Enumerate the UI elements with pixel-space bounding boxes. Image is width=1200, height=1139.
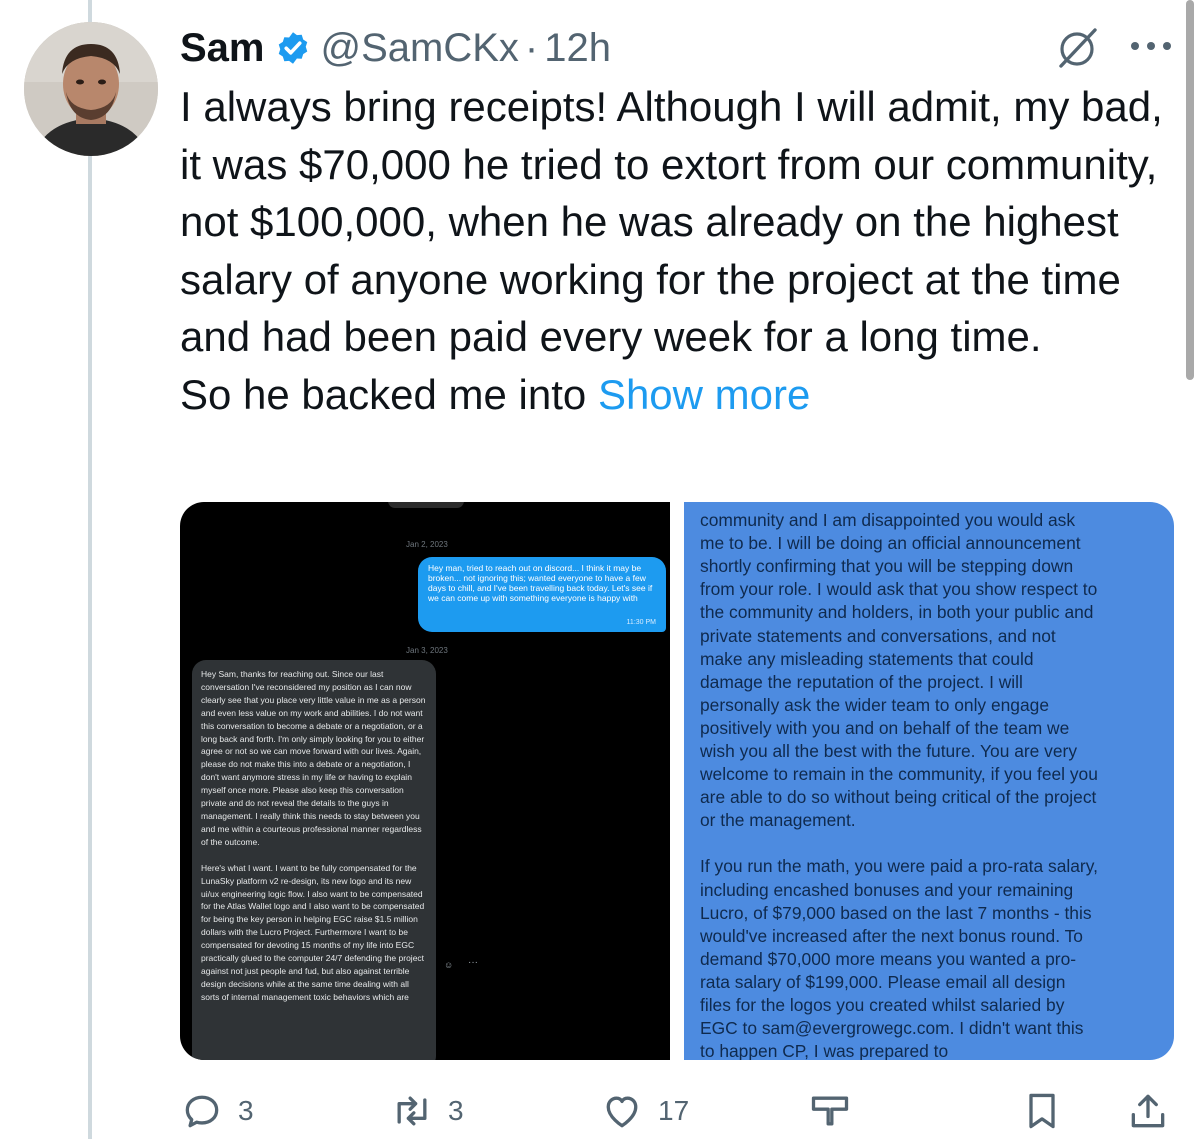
tweet-text: I always bring receipts! Although I will…: [180, 78, 1170, 423]
retweet-icon: [397, 1096, 427, 1126]
tweet-paragraph: I always bring receipts! Although I will…: [180, 83, 1163, 360]
dm-sent-text: Hey man, tried to reach out on discord..…: [428, 563, 653, 603]
media-image-text-screenshot[interactable]: . community and I am disappointed you wo…: [684, 502, 1174, 1060]
tweet-header: Sam @SamCKx · 12h: [180, 18, 611, 78]
dm-sent-time: 11:30 PM: [626, 619, 656, 626]
heart-icon: [606, 1096, 638, 1128]
dm-received-message: Hey Sam, thanks for reaching out. Since …: [192, 660, 436, 1060]
tweet-paragraph-truncated: So he backed me into Show more: [180, 366, 1170, 424]
author-handle[interactable]: @SamCKx: [321, 26, 519, 71]
scrollbar[interactable]: [1186, 0, 1194, 380]
reply-icon: [185, 1095, 219, 1128]
screenshot-paragraph: If you run the math, you were paid a pro…: [700, 856, 1098, 1060]
tweet-media[interactable]: Jan 2, 2023 Hey man, tried to reach out …: [180, 502, 1174, 1060]
bookmark-icon: [1029, 1093, 1055, 1129]
dm-top-pill: [388, 502, 464, 508]
grok-icon[interactable]: [1055, 25, 1101, 71]
dm-received-paragraph: Here's what I want. I want to be fully c…: [201, 862, 425, 1002]
dm-received-paragraph: Hey Sam, thanks for reaching out. Since …: [201, 669, 426, 847]
bookmark-button[interactable]: [1020, 1088, 1064, 1134]
screenshot-text: . community and I am disappointed you wo…: [700, 502, 1100, 1060]
tweet-actions: 3 3 17: [180, 1088, 1170, 1134]
tweet-time[interactable]: 12h: [544, 26, 611, 71]
dm-react-icon: ☺: [444, 960, 454, 970]
thread-line: [88, 0, 92, 1139]
screenshot-paragraph: community and I am disappointed you woul…: [700, 510, 1098, 831]
avatar-image: [24, 22, 158, 156]
dm-sent-message: Hey man, tried to reach out on discord..…: [418, 557, 666, 632]
retweet-button[interactable]: 3: [390, 1088, 464, 1134]
show-more-link[interactable]: Show more: [598, 371, 810, 418]
media-image-dm-screenshot[interactable]: Jan 2, 2023 Hey man, tried to reach out …: [180, 502, 670, 1060]
downvote-icon: [811, 1096, 849, 1126]
media-divider: [670, 502, 684, 1060]
verified-badge-icon[interactable]: [275, 30, 311, 66]
dm-more-icon: ···: [468, 957, 478, 968]
retweet-count: 3: [448, 1095, 464, 1126]
dm-date-2: Jan 3, 2023: [406, 646, 448, 655]
more-options-icon[interactable]: [1128, 38, 1174, 54]
share-button[interactable]: [1126, 1088, 1170, 1134]
author-name[interactable]: Sam: [180, 26, 265, 71]
tweet-paragraph-text: So he backed me into: [180, 370, 587, 418]
dm-date-1: Jan 2, 2023: [406, 540, 448, 549]
reply-button[interactable]: 3: [180, 1088, 254, 1134]
reply-count: 3: [238, 1095, 254, 1126]
share-icon: [1131, 1094, 1165, 1128]
like-button[interactable]: 17: [600, 1088, 689, 1134]
dislike-button[interactable]: [808, 1088, 852, 1134]
separator-dot: ·: [524, 25, 539, 70]
like-count: 17: [658, 1095, 690, 1126]
avatar[interactable]: [24, 22, 158, 156]
